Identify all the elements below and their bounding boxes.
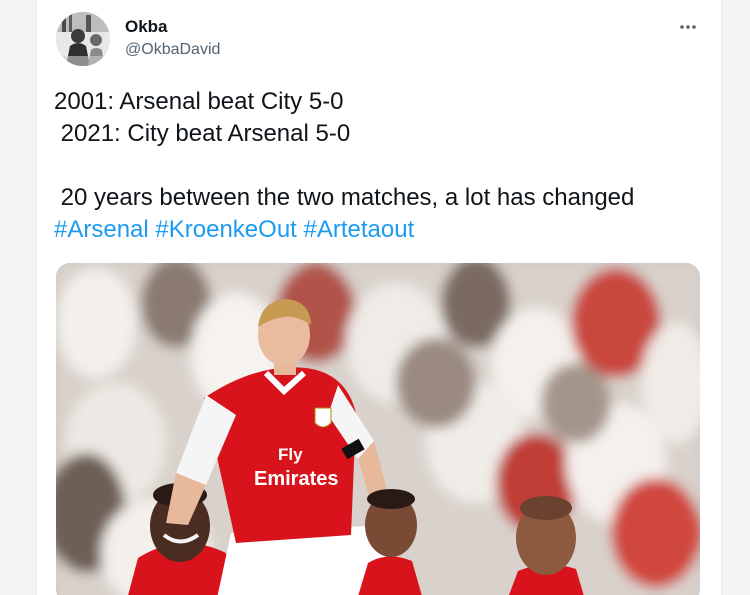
author-display-name[interactable]: Okba [125, 17, 168, 37]
tweet-line: 2001: Arsenal beat City 5-0 [54, 88, 344, 115]
hashtag-row: #Arsenal #KroenkeOut #Artetaout [54, 214, 714, 246]
more-options-button[interactable] [674, 18, 702, 36]
more-horizontal-icon [680, 25, 696, 29]
hashtag-link-kroenkeout[interactable]: #KroenkeOut [155, 216, 296, 243]
tweet-line: 2021: City beat Arsenal 5-0 [54, 120, 351, 147]
author-handle[interactable]: @OkbaDavid [125, 41, 220, 59]
celebration-photo: Fly Emirates [56, 263, 700, 595]
shirt-text-fly: Fly [278, 445, 303, 464]
avatar-photo [56, 12, 110, 66]
tweet-card[interactable]: Okba @OkbaDavid 2001: Arsenal beat City … [36, 0, 722, 595]
avatar[interactable] [56, 12, 110, 66]
hashtag-link-arsenal[interactable]: #Arsenal [54, 216, 149, 243]
tweet-media-photo[interactable]: Fly Emirates [56, 263, 700, 595]
tweet-text: 2001: Arsenal beat City 5-0 2021: City b… [54, 86, 714, 246]
hashtag-link-artetaout[interactable]: #Artetaout [304, 216, 415, 243]
tweet-line: 20 years between the two matches, a lot … [54, 184, 635, 211]
shirt-text-emirates: Emirates [254, 468, 339, 490]
